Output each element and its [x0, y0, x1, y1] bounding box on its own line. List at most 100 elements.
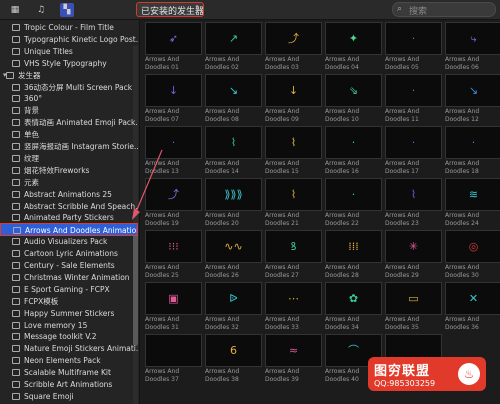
- generator-tile[interactable]: ✳ Arrows And Doodles 29: [385, 230, 442, 279]
- generator-thumbnail[interactable]: ▭: [385, 282, 442, 315]
- generator-tile[interactable]: ∿∿ Arrows And Doodles 26: [205, 230, 262, 279]
- generator-tile[interactable]: ↓ Arrows And Doodles 07: [145, 74, 202, 123]
- generator-thumbnail[interactable]: ·: [385, 74, 442, 107]
- generator-tile[interactable]: ⤴ Arrows And Doodles 03: [265, 22, 322, 71]
- generator-thumbnail[interactable]: ⌇: [385, 178, 442, 211]
- generator-thumbnail[interactable]: ⟫⟫⟫: [205, 178, 262, 211]
- generator-tile[interactable]: Arrows And Doodles 37: [145, 334, 202, 383]
- generator-thumbnail[interactable]: ∿∿: [205, 230, 262, 263]
- generator-tile[interactable]: ⇘ Arrows And Doodles 10: [325, 74, 382, 123]
- generator-thumbnail[interactable]: ▣: [145, 282, 202, 315]
- generator-thumbnail[interactable]: ✳: [385, 230, 442, 263]
- generator-tile[interactable]: ⤴ Arrows And Doodles 19: [145, 178, 202, 227]
- generator-tile[interactable]: ✦ Arrows And Doodles 04: [325, 22, 382, 71]
- generator-thumbnail[interactable]: ↓: [145, 74, 202, 107]
- sidebar-item-label: 360°: [24, 94, 43, 104]
- generator-label: Arrows And Doodles 28: [325, 264, 360, 279]
- generator-tile[interactable]: · Arrows And Doodles 16: [325, 126, 382, 175]
- generator-thumbnail[interactable]: ✿: [325, 282, 382, 315]
- folder-icon: [12, 262, 20, 269]
- generator-thumbnail[interactable]: ꝸ: [265, 230, 322, 263]
- generator-tile[interactable]: · Arrows And Doodles 11: [385, 74, 442, 123]
- generator-tile[interactable]: · Arrows And Doodles 17: [385, 126, 442, 175]
- generator-thumbnail[interactable]: ·: [325, 126, 382, 159]
- generator-thumbnail[interactable]: ➶: [145, 22, 202, 55]
- generator-thumbnail[interactable]: [145, 334, 202, 367]
- generator-tile[interactable]: ▣ Arrows And Doodles 31: [145, 282, 202, 331]
- generator-tile[interactable]: ≈ Arrows And Doodles 39: [265, 334, 322, 383]
- folder-icon: [12, 47, 20, 55]
- doodle-preview-icon: ∿∿: [224, 240, 243, 253]
- generator-tile[interactable]: ꝸ Arrows And Doodles 27: [265, 230, 322, 279]
- sidebar[interactable]: Tropic Colour - Film Title Typographic Ki…: [0, 20, 140, 404]
- generator-thumbnail[interactable]: ⤴: [145, 178, 202, 211]
- generator-label: Arrows And Doodles 38: [205, 368, 240, 383]
- generator-thumbnail[interactable]: 6: [205, 334, 262, 367]
- generator-thumbnail[interactable]: ✕: [445, 282, 500, 315]
- generator-tile[interactable]: · Arrows And Doodles 22: [325, 178, 382, 227]
- generator-thumbnail[interactable]: ⤴: [265, 22, 322, 55]
- generator-tile[interactable]: 6 Arrows And Doodles 38: [205, 334, 262, 383]
- generator-tile[interactable]: ≋ Arrows And Doodles 24: [445, 178, 500, 227]
- generator-thumbnail[interactable]: ⤷: [445, 22, 500, 55]
- doodle-preview-icon: ↓: [168, 84, 179, 97]
- generator-thumbnail[interactable]: ·: [325, 178, 382, 211]
- generator-thumbnail[interactable]: ⇘: [325, 74, 382, 107]
- installed-generators-dropdown[interactable]: 已安装的发生器 ⇕: [136, 2, 204, 17]
- generator-thumbnail[interactable]: ≋: [445, 178, 500, 211]
- generator-tile[interactable]: ◎ Arrows And Doodles 30: [445, 230, 500, 279]
- generator-tile[interactable]: ↗ Arrows And Doodles 02: [205, 22, 262, 71]
- generator-thumbnail[interactable]: ≈: [265, 334, 322, 367]
- generator-label: Arrows And Doodles 32: [205, 316, 240, 331]
- generator-tile[interactable]: ➶ Arrows And Doodles 01: [145, 22, 202, 71]
- generators-icon[interactable]: ▚: [60, 3, 74, 17]
- generator-thumbnail[interactable]: ·: [385, 126, 442, 159]
- generator-tile[interactable]: ✕ Arrows And Doodles 36: [445, 282, 500, 331]
- flame-logo-icon: ♨: [458, 363, 480, 385]
- sidebar-item[interactable]: Square Emoji: [0, 390, 138, 403]
- generator-tile[interactable]: ⤷ Arrows And Doodles 06: [445, 22, 500, 71]
- generator-tile[interactable]: ↓ Arrows And Doodles 09: [265, 74, 322, 123]
- music-icon[interactable]: ♫: [34, 3, 48, 17]
- generator-thumbnail[interactable]: ✦: [325, 22, 382, 55]
- generator-thumbnail[interactable]: ⁞⁞⁞: [325, 230, 382, 263]
- generator-label: Arrows And Doodles 03: [265, 56, 300, 71]
- generator-tile[interactable]: · Arrows And Doodles 05: [385, 22, 442, 71]
- generator-thumbnail[interactable]: ·: [145, 126, 202, 159]
- generator-thumbnail[interactable]: ⌇: [265, 126, 322, 159]
- generator-thumbnail[interactable]: ⁝⁝⁝: [145, 230, 202, 263]
- generator-tile[interactable]: ⌇ Arrows And Doodles 21: [265, 178, 322, 227]
- generator-thumbnail[interactable]: ↘: [205, 74, 262, 107]
- generator-thumbnail[interactable]: ⌇: [265, 178, 322, 211]
- doodle-preview-icon: ⌇: [230, 136, 237, 149]
- generator-tile[interactable]: ↘ Arrows And Doodles 08: [205, 74, 262, 123]
- generator-tile[interactable]: ᐉ Arrows And Doodles 32: [205, 282, 262, 331]
- generator-tile[interactable]: · Arrows And Doodles 13: [145, 126, 202, 175]
- generator-tile[interactable]: ▭ Arrows And Doodles 35: [385, 282, 442, 331]
- generator-tile[interactable]: ⟫⟫⟫ Arrows And Doodles 20: [205, 178, 262, 227]
- search-input[interactable]: ⌕ 搜索: [392, 2, 496, 17]
- generator-tile[interactable]: ⁝⁝⁝ Arrows And Doodles 25: [145, 230, 202, 279]
- generator-tile[interactable]: ⌇ Arrows And Doodles 23: [385, 178, 442, 227]
- film-icon[interactable]: ▦: [8, 3, 22, 17]
- generator-tile[interactable]: ↘ Arrows And Doodles 12: [445, 74, 500, 123]
- generator-thumbnail[interactable]: ↓: [265, 74, 322, 107]
- generator-thumbnail[interactable]: ◎: [445, 230, 500, 263]
- generator-tile[interactable]: ⋯ Arrows And Doodles 33: [265, 282, 322, 331]
- generator-tile[interactable]: · Arrows And Doodles 18: [445, 126, 500, 175]
- doodle-preview-icon: ⌇: [290, 188, 297, 201]
- folder-icon: [12, 273, 20, 281]
- generator-thumbnail[interactable]: ·: [445, 126, 500, 159]
- generator-thumbnail[interactable]: ↘: [445, 74, 500, 107]
- generator-thumbnail[interactable]: ᐉ: [205, 282, 262, 315]
- sidebar-item-label: Square Emoji: [24, 391, 74, 401]
- generator-tile[interactable]: ⌇ Arrows And Doodles 14: [205, 126, 262, 175]
- generator-tile[interactable]: ✿ Arrows And Doodles 34: [325, 282, 382, 331]
- generator-thumbnail[interactable]: ·: [385, 22, 442, 55]
- generator-thumbnail[interactable]: ↗: [205, 22, 262, 55]
- generator-tile[interactable]: ⁞⁞⁞ Arrows And Doodles 28: [325, 230, 382, 279]
- sidebar-item-label: 烟花特效Fireworks: [24, 165, 90, 175]
- generator-thumbnail[interactable]: ⌇: [205, 126, 262, 159]
- generator-thumbnail[interactable]: ⋯: [265, 282, 322, 315]
- generator-tile[interactable]: ⌇ Arrows And Doodles 15: [265, 126, 322, 175]
